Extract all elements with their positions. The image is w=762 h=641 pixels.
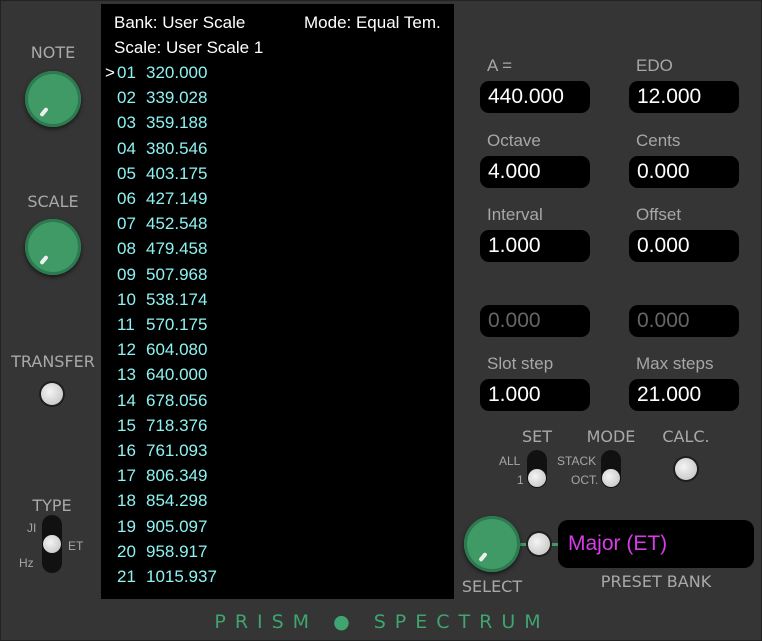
set-all-label: ALL: [499, 454, 521, 468]
scale-step-number: 02: [117, 88, 136, 108]
edo-field[interactable]: 12.000: [629, 81, 739, 113]
scale-step-frequency: 761.093: [146, 441, 208, 460]
select-label: SELECT: [461, 577, 523, 596]
scale-text: Scale: User Scale 1: [114, 38, 264, 57]
scale-step-number: 03: [117, 113, 136, 133]
transfer-button[interactable]: [41, 383, 63, 405]
mode-oct-label: OCT.: [571, 473, 599, 487]
set-switch[interactable]: [527, 450, 547, 488]
interval-field[interactable]: 1.000: [480, 230, 590, 262]
scale-step-frequency: 507.968: [146, 264, 208, 284]
slotstep-field[interactable]: 1.000: [480, 379, 590, 411]
scale-step-frequency: 320.000: [146, 63, 208, 82]
interval-label: Interval: [487, 205, 543, 224]
unlabeled-field-2[interactable]: 0.000: [629, 305, 739, 337]
scale-step-number: 05: [117, 163, 136, 183]
scale-step-frequency: 479.458: [146, 239, 208, 259]
slotstep-label: Slot step: [487, 354, 554, 373]
maxsteps-label: Max steps: [636, 354, 714, 373]
scale-step-number: 17: [117, 466, 136, 486]
scale-step-number: 04: [117, 138, 136, 158]
selection-marker: >: [105, 63, 115, 82]
scale-step-number: 09: [117, 264, 136, 284]
mode-switch-thumb[interactable]: [602, 469, 620, 487]
scale-step-frequency: 718.376: [146, 415, 208, 435]
preset-button[interactable]: [528, 533, 550, 555]
scale-step-frequency: 403.175: [146, 163, 208, 183]
scale-step-frequency: 452.548: [146, 214, 208, 234]
set-label: SET: [521, 427, 553, 446]
a-label: A =: [487, 56, 513, 75]
type-hz-label: Hz: [19, 556, 34, 570]
cents-field[interactable]: 0.000: [629, 156, 739, 188]
type-ji-label: JI: [27, 521, 37, 535]
offset-label: Offset: [636, 205, 682, 224]
preset-display: Major (ET): [558, 520, 754, 568]
note-label: NOTE: [30, 43, 76, 62]
scale-step-number: 14: [117, 390, 136, 410]
octave-label: Octave: [487, 131, 541, 150]
scale-step-frequency: 359.188: [146, 113, 208, 133]
type-et-label: ET: [68, 539, 84, 553]
type-label: TYPE: [32, 496, 72, 515]
scale-step-number: 06: [117, 189, 136, 208]
scale-step-number: 11: [117, 315, 135, 334]
scale-step-frequency: 1015.937: [146, 567, 217, 586]
cents-label: Cents: [636, 131, 681, 150]
scale-step-number: 07: [117, 214, 136, 234]
octave-field[interactable]: 4.000: [480, 156, 590, 188]
mode-switch[interactable]: [601, 450, 621, 488]
mode-label: MODE: [586, 427, 636, 446]
scale-step-frequency: 905.097: [146, 516, 208, 536]
mode-stack-label: STACK: [557, 454, 597, 468]
scale-display: Bank: User Scale Mode: Equal Tem. Scale:…: [101, 4, 454, 599]
maxsteps-field[interactable]: 21.000: [629, 379, 739, 411]
set-one-label: 1: [517, 473, 524, 487]
transfer-label: TRANSFER: [11, 352, 95, 371]
scale-step-number: 15: [117, 415, 136, 435]
type-switch-thumb[interactable]: [43, 535, 61, 553]
scale-step-number: 13: [117, 365, 136, 385]
scale-step-number: 18: [117, 491, 136, 511]
unlabeled-field-1[interactable]: 0.000: [480, 305, 590, 337]
scale-label: SCALE: [27, 192, 79, 211]
scale-step-number: 12: [117, 340, 136, 360]
prism-module-panel: NOTE SCALE TRANSFER TYPE JI ET Hz Bank: …: [0, 0, 762, 641]
scale-step-frequency: 958.917: [146, 541, 208, 561]
knob-indicator: [39, 254, 49, 266]
scale-step-number: 16: [117, 441, 136, 460]
knob-indicator: [478, 551, 488, 563]
scale-step-frequency: 806.349: [146, 466, 208, 486]
scale-step-number: 21: [117, 567, 136, 586]
scale-step-frequency: 854.298: [146, 491, 208, 511]
bank-text: Bank: User Scale: [114, 13, 246, 32]
scale-step-frequency: 570.175: [146, 315, 208, 334]
scale-step-number: 20: [117, 541, 136, 561]
calc-label: CALC.: [662, 427, 710, 446]
preset-bank-label: PRESET BANK: [600, 572, 712, 591]
scale-step-frequency: 640.000: [146, 365, 208, 385]
scale-knob[interactable]: [25, 219, 81, 275]
brand-footer: PRISM ● SPECTRUM: [214, 611, 550, 633]
scale-step-number: 10: [117, 289, 136, 309]
scale-step-frequency: 678.056: [146, 390, 208, 410]
calc-button[interactable]: [675, 458, 697, 480]
offset-field[interactable]: 0.000: [629, 230, 739, 262]
scale-step-number: 08: [117, 239, 136, 259]
set-switch-thumb[interactable]: [528, 469, 546, 487]
scale-step-frequency: 427.149: [146, 189, 208, 208]
scale-step-frequency: 380.546: [146, 138, 208, 158]
note-knob[interactable]: [25, 71, 81, 127]
knob-indicator: [39, 106, 49, 118]
scale-step-frequency: 538.174: [146, 289, 208, 309]
scale-step-frequency: 604.080: [146, 340, 208, 360]
scale-step-number: 19: [117, 516, 136, 536]
select-knob[interactable]: [464, 516, 520, 572]
scale-step-number: 01: [117, 63, 136, 82]
type-switch[interactable]: [42, 515, 62, 573]
scale-step-frequency: 339.028: [146, 88, 208, 108]
edo-label: EDO: [636, 56, 673, 75]
mode-text: Mode: Equal Tem.: [304, 13, 441, 32]
a-field[interactable]: 440.000: [480, 81, 590, 113]
